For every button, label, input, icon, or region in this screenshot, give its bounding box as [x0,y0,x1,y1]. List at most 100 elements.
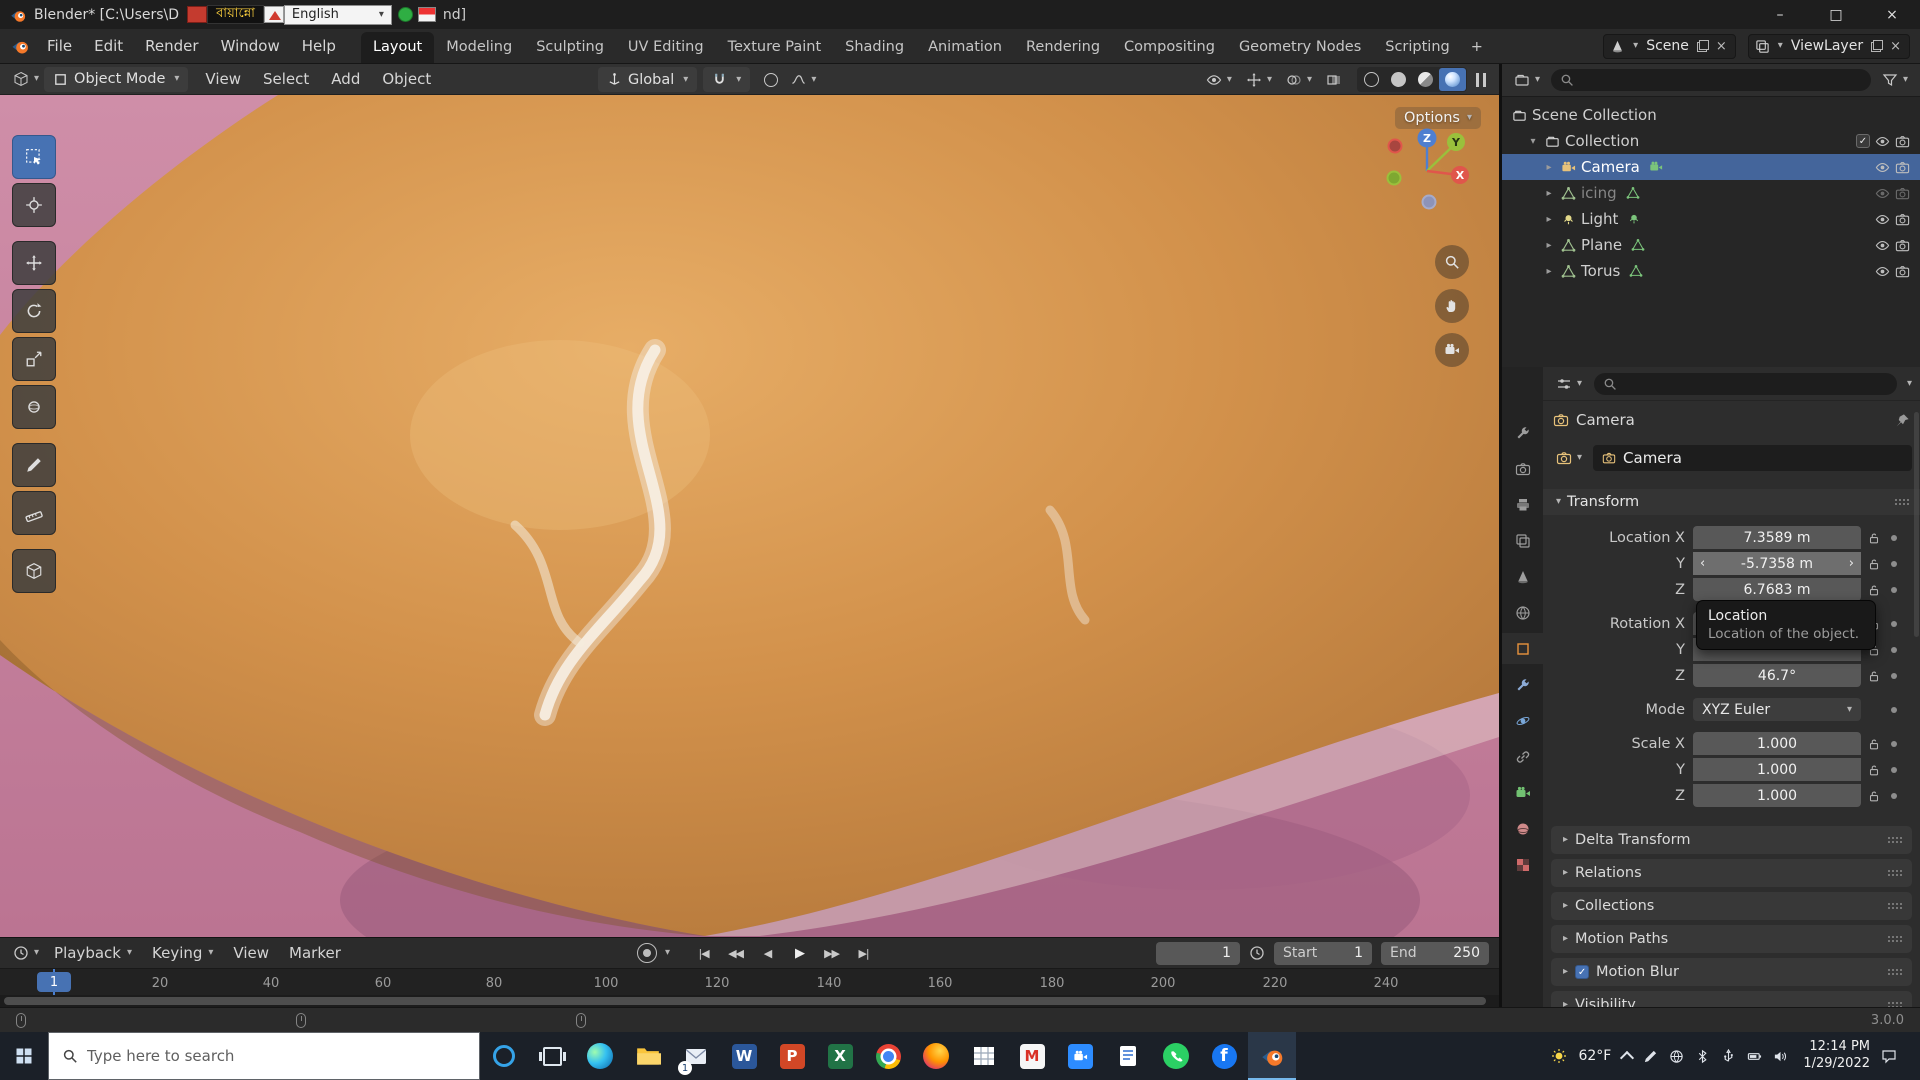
pan-button[interactable] [1435,289,1469,323]
timeline-scrollbar[interactable] [0,995,1499,1007]
zoom-taskbar-button[interactable] [1056,1032,1104,1080]
tab-layout[interactable]: Layout [360,32,435,63]
tab-sculpting[interactable]: Sculpting [524,32,616,63]
new-viewlayer-button[interactable] [1871,40,1884,52]
animate-dot-icon[interactable] [1891,706,1897,713]
shading-rendered-button[interactable] [1439,68,1466,91]
jump-to-prev-keyframe-button[interactable]: ◀◀ [722,942,749,965]
scale-y-field[interactable]: 1.000 [1693,758,1861,781]
location-y-field[interactable]: ‹ -5.7358 m › [1693,552,1861,575]
menu-marker[interactable]: Marker [279,944,351,962]
outliner-row-collection[interactable]: ▾ Collection ✓ [1502,128,1920,154]
tab-modifiers[interactable] [1502,669,1543,700]
animate-dot-icon[interactable] [1891,586,1897,593]
remove-viewlayer-button[interactable]: × [1888,39,1903,54]
mode-select[interactable]: Object Mode ▾ [44,66,189,92]
disable-in-renders-camera-icon[interactable] [1895,264,1910,279]
disable-in-renders-camera-icon[interactable] [1895,186,1910,201]
menu-help[interactable]: Help [291,29,347,63]
scene-name[interactable]: Scene [1643,38,1692,54]
toggle-xray-button[interactable] [1321,67,1347,92]
axis-y-negative-button[interactable] [1386,170,1402,186]
minimize-button[interactable]: – [1752,0,1808,29]
tool-move[interactable] [12,241,56,285]
section-motion-blur[interactable]: ▸ ✓ Motion Blur [1551,958,1912,986]
chevron-down-icon[interactable]: ▾ [1907,378,1912,389]
hide-in-viewport-eye-icon[interactable] [1875,160,1890,175]
chevron-down-icon[interactable]: ▾ [1633,41,1638,51]
expand-icon[interactable]: ▾ [1526,136,1540,147]
hide-in-viewport-eye-icon[interactable] [1875,264,1890,279]
toggle-sidebar-button[interactable] [1471,67,1491,92]
word-taskbar-button[interactable]: W [720,1032,768,1080]
taskbar-clock[interactable]: 12:14 PM 1/29/2022 [1803,1039,1870,1073]
animate-dot-icon[interactable] [1891,560,1897,567]
expand-icon[interactable]: ▸ [1542,162,1556,173]
outliner-filter-button[interactable]: ▾ [1877,68,1913,93]
auto-keying-clock-icon[interactable] [1249,945,1265,961]
gmail-taskbar-button[interactable]: M [1008,1032,1056,1080]
lock-icon[interactable] [1867,789,1881,803]
snap-toggle[interactable]: ▾ [703,67,751,92]
drag-grip-icon[interactable] [1888,968,1903,976]
auto-keying-record-button[interactable] [637,943,657,963]
menu-add[interactable]: Add [320,64,371,94]
tab-geometry-nodes[interactable]: Geometry Nodes [1227,32,1373,63]
disable-in-renders-camera-icon[interactable] [1895,134,1910,149]
current-frame-indicator[interactable]: 1 [37,972,71,992]
animate-dot-icon[interactable] [1891,620,1897,627]
language-bar-flag-icon[interactable] [417,7,436,22]
cortana-button[interactable] [480,1032,528,1080]
location-z-field[interactable]: 6.7683 m [1693,578,1861,601]
lock-icon[interactable] [1867,737,1881,751]
menu-edit[interactable]: Edit [83,29,134,63]
outliner-row-scene-collection[interactable]: Scene Collection [1502,102,1920,128]
tool-rotate[interactable] [12,289,56,333]
tool-cursor[interactable] [12,183,56,227]
expand-icon[interactable]: ▸ [1542,266,1556,277]
shading-solid-button[interactable] [1385,68,1412,91]
decrement-arrow-icon[interactable]: ‹ [1700,556,1705,571]
tab-material[interactable] [1502,813,1543,844]
jump-to-start-button[interactable]: |◀ [690,942,717,965]
proportional-falloff-button[interactable]: ▾ [786,67,821,92]
language-bar-app-name[interactable]: বায়ান্নো [207,5,264,24]
chevron-down-icon[interactable]: ▾ [1778,41,1783,51]
language-select[interactable]: English ▾ [283,4,392,25]
bluetooth-icon[interactable] [1695,1049,1710,1064]
lock-icon[interactable] [1867,669,1881,683]
jump-to-next-keyframe-button[interactable]: ▶▶ [818,942,845,965]
tab-constraints[interactable] [1502,741,1543,772]
animate-dot-icon[interactable] [1891,646,1897,653]
disable-in-renders-camera-icon[interactable] [1895,160,1910,175]
start-frame-field[interactable]: Start 1 [1274,941,1372,965]
task-view-button[interactable] [528,1032,576,1080]
lock-icon[interactable] [1867,763,1881,777]
outliner-search-input[interactable] [1551,69,1871,91]
mail-taskbar-button[interactable]: 1 [672,1032,720,1080]
hide-in-viewport-eye-icon[interactable] [1875,238,1890,253]
id-type-button[interactable]: ▾ [1551,446,1587,471]
blender-taskbar-button[interactable] [1248,1032,1296,1080]
rotation-mode-select[interactable]: XYZ Euler ▾ [1693,698,1861,721]
animate-dot-icon[interactable] [1891,792,1897,799]
lock-icon[interactable] [1867,557,1881,571]
disable-in-renders-camera-icon[interactable] [1895,238,1910,253]
tab-object-data[interactable] [1502,777,1543,808]
powerpoint-taskbar-button[interactable]: P [768,1032,816,1080]
tab-uv-editing[interactable]: UV Editing [616,32,716,63]
menu-keying[interactable]: Keying ▾ [142,944,223,962]
menu-view[interactable]: View [194,64,252,94]
tool-measure[interactable] [12,491,56,535]
tab-scripting[interactable]: Scripting [1373,32,1461,63]
show-gizmo-button[interactable]: ▾ [1241,67,1277,92]
menu-select[interactable]: Select [252,64,320,94]
excel-taskbar-button[interactable]: X [816,1032,864,1080]
transform-orientation-select[interactable]: Global ▾ [598,67,698,92]
tool-scale[interactable] [12,337,56,381]
properties-scrollbar[interactable] [1914,412,1919,637]
hide-in-viewport-eye-icon[interactable] [1875,212,1890,227]
drag-grip-icon[interactable] [1888,836,1903,844]
rotation-z-field[interactable]: 46.7° [1693,664,1861,687]
camera-view-button[interactable] [1435,333,1469,367]
